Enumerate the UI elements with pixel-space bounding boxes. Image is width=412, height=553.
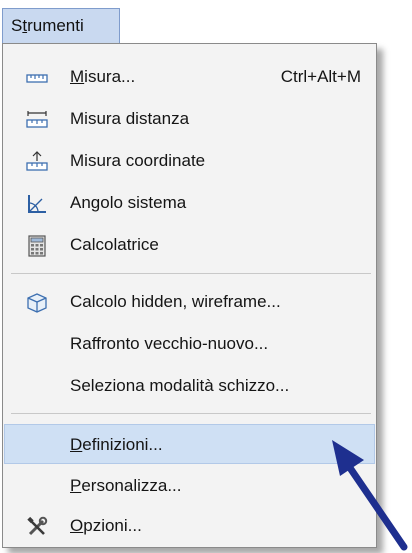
menu-item-label: Raffronto vecchio-nuovo... (70, 334, 269, 353)
tools-icon (27, 516, 48, 536)
menu-item-raffronto[interactable]: Raffronto vecchio-nuovo... (4, 324, 375, 364)
calculator-icon (28, 235, 46, 257)
menu-strumenti[interactable]: Strumenti (2, 8, 120, 44)
menu-title-suffix: rumenti (27, 16, 84, 35)
menu-item-calcolatrice[interactable]: Calcolatrice (4, 225, 375, 265)
cube-icon (27, 293, 47, 313)
menu-item-seleziona-schizzo[interactable]: Seleziona modalità schizzo... (4, 366, 375, 406)
menu-item-misura-distanza[interactable]: Misura distanza (4, 99, 375, 139)
annotation-arrow-icon (332, 440, 408, 551)
menu-item-label: Seleziona modalità schizzo... (70, 376, 290, 395)
menu-item-label: Angolo sistema (70, 193, 187, 212)
ruler-icon (26, 74, 48, 83)
menu-item-label: Misura coordinate (70, 151, 206, 170)
menu-item-angolo-sistema[interactable]: Angolo sistema (4, 183, 375, 223)
ruler-distance-icon (26, 111, 48, 128)
menu-item-label: Personalizza... (70, 476, 182, 495)
menu-separator (11, 273, 371, 274)
menu-item-label: Misura distanza (70, 109, 190, 128)
menu-item-label: Opzioni... (70, 516, 142, 535)
angle-system-icon (28, 195, 46, 213)
menu-item-shortcut: Ctrl+Alt+M (280, 67, 361, 86)
menu-item-label: Misura... (70, 67, 136, 86)
menu-item-misura[interactable]: Misura... Ctrl+Alt+M (4, 57, 375, 97)
menu-item-label: Definizioni... (70, 435, 163, 454)
menu-separator (11, 413, 371, 414)
screen: Strumenti Misura... Ctrl+Alt+M Misura di… (0, 0, 412, 553)
menu-item-misura-coordinate[interactable]: Misura coordinate (4, 141, 375, 181)
menu-item-calcolo-hidden[interactable]: Calcolo hidden, wireframe... (4, 282, 375, 322)
menu-title-prefix: S (11, 16, 23, 35)
menu-item-label: Calcolatrice (70, 235, 159, 254)
ruler-coordinate-icon (26, 151, 48, 171)
menu-item-label: Calcolo hidden, wireframe... (70, 292, 281, 311)
